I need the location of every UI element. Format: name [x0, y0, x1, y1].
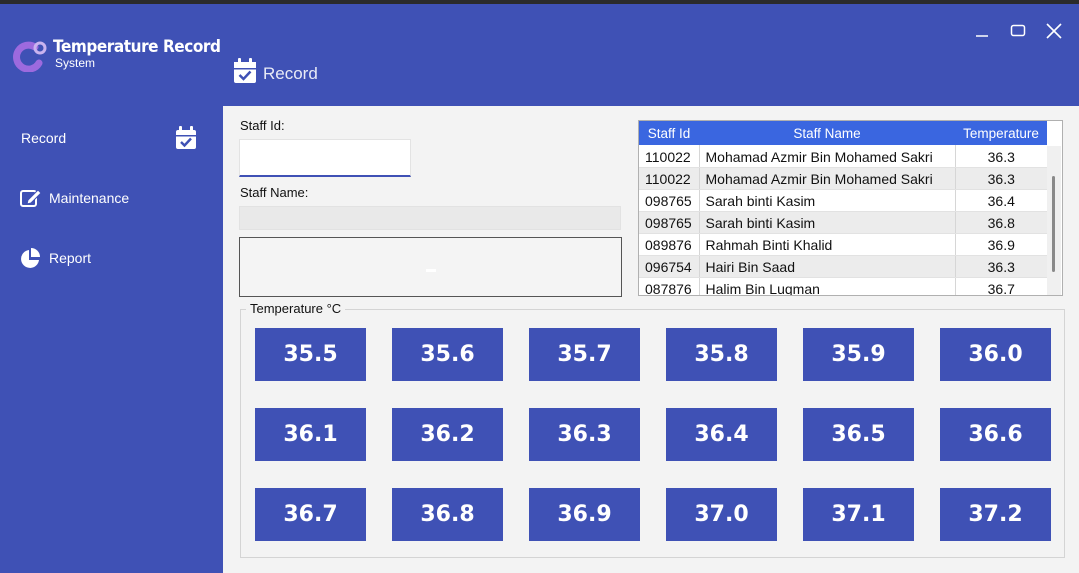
sidebar-item-record[interactable]: Record [0, 118, 222, 158]
message-box [239, 237, 622, 297]
temp-button[interactable]: 36.0 [940, 328, 1051, 381]
page-title: Record [263, 64, 318, 83]
temp-button[interactable]: 36.7 [255, 488, 366, 541]
cell-staff-id: 110022 [639, 145, 700, 168]
temp-button[interactable]: 36.6 [940, 408, 1051, 461]
cell-staff-id: 098765 [639, 189, 700, 212]
cell-temperature: 36.3 [955, 255, 1047, 278]
close-icon[interactable] [1043, 20, 1065, 42]
sidebar-item-report[interactable]: Report [0, 238, 222, 278]
column-header-staff-name[interactable]: Staff Name [699, 121, 955, 146]
cell-temperature: 36.3 [955, 145, 1047, 168]
temperature-group-label: Temperature °C [246, 301, 346, 316]
table-row[interactable]: 096754 Hairi Bin Saad 36.3 [639, 255, 1047, 278]
table-row[interactable]: 110022 Mohamad Azmir Bin Mohamed Sakri 3… [639, 167, 1047, 190]
logo-subtitle: System [55, 56, 96, 70]
table-row[interactable]: 089876 Rahmah Binti Khalid 36.9 [639, 233, 1047, 256]
sidebar-item-label: Record [21, 130, 67, 146]
cell-temperature: 36.9 [955, 233, 1047, 256]
app-window: Temperature Record System Record Record [0, 0, 1079, 573]
staff-name-field [239, 206, 621, 230]
cell-temperature: 36.4 [955, 189, 1047, 212]
cell-staff-name: Sarah binti Kasim [699, 211, 956, 234]
temp-button[interactable]: 36.4 [666, 408, 777, 461]
cell-staff-id: 096754 [639, 255, 700, 278]
cell-staff-name: Sarah binti Kasim [699, 189, 956, 212]
temp-button[interactable]: 36.8 [392, 488, 503, 541]
calendar-check-icon [176, 126, 196, 149]
minimize-icon[interactable] [971, 20, 993, 42]
temp-button[interactable]: 36.9 [529, 488, 640, 541]
cell-temperature: 36.3 [955, 167, 1047, 190]
table-scrollbar[interactable] [1047, 146, 1061, 295]
cell-staff-id: 089876 [639, 233, 700, 256]
scrollbar-thumb[interactable] [1052, 176, 1055, 272]
cell-temperature: 36.8 [955, 211, 1047, 234]
staff-name-label: Staff Name: [240, 185, 309, 200]
temp-button[interactable]: 36.1 [255, 408, 366, 461]
calendar-check-icon [234, 58, 256, 83]
table-row[interactable]: 098765 Sarah binti Kasim 36.4 [639, 189, 1047, 212]
temp-button[interactable]: 37.2 [940, 488, 1051, 541]
temp-button[interactable]: 35.9 [803, 328, 914, 381]
cell-staff-id: 087876 [639, 277, 700, 295]
table-row[interactable]: 087876 Halim Bin Luqman 36.7 [639, 277, 1047, 295]
page-header: Record [233, 58, 318, 84]
column-header-temperature[interactable]: Temperature [955, 121, 1047, 146]
sidebar-item-label: Report [49, 250, 92, 266]
temp-button[interactable]: 36.3 [529, 408, 640, 461]
cell-staff-id: 110022 [639, 167, 700, 190]
cell-staff-name: Rahmah Binti Khalid [699, 233, 956, 256]
cell-staff-name: Mohamad Azmir Bin Mohamed Sakri [699, 145, 956, 168]
window-controls [971, 20, 1065, 42]
cell-staff-name: Hairi Bin Saad [699, 255, 956, 278]
staff-id-input[interactable] [239, 139, 411, 177]
cell-temperature: 36.7 [955, 277, 1047, 295]
temp-button[interactable]: 35.6 [392, 328, 503, 381]
table-row[interactable]: 110022 Mohamad Azmir Bin Mohamed Sakri 3… [639, 145, 1047, 168]
temp-button[interactable]: 35.7 [529, 328, 640, 381]
pie-chart-icon [21, 248, 40, 268]
temp-button[interactable]: 35.8 [666, 328, 777, 381]
records-table[interactable]: Staff Id Staff Name Temperature 110022 M… [638, 120, 1063, 296]
cell-staff-name: Halim Bin Luqman [699, 277, 956, 295]
temp-button[interactable]: 35.5 [255, 328, 366, 381]
temp-button[interactable]: 37.1 [803, 488, 914, 541]
table-row[interactable]: 098765 Sarah binti Kasim 36.8 [639, 211, 1047, 234]
logo-icon [13, 41, 47, 72]
temp-button[interactable]: 36.5 [803, 408, 914, 461]
temp-button[interactable]: 37.0 [666, 488, 777, 541]
edit-icon [20, 189, 42, 207]
logo-title: Temperature Record [53, 37, 221, 57]
sidebar-item-maintenance[interactable]: Maintenance [0, 178, 222, 218]
app-logo: Temperature Record System [13, 38, 239, 72]
column-header-staff-id[interactable]: Staff Id [639, 121, 699, 146]
maximize-icon[interactable] [1007, 20, 1029, 42]
sidebar-item-label: Maintenance [49, 190, 130, 206]
cell-staff-name: Mohamad Azmir Bin Mohamed Sakri [699, 167, 956, 190]
cell-staff-id: 098765 [639, 211, 700, 234]
staff-id-label: Staff Id: [240, 118, 285, 133]
temp-button[interactable]: 36.2 [392, 408, 503, 461]
